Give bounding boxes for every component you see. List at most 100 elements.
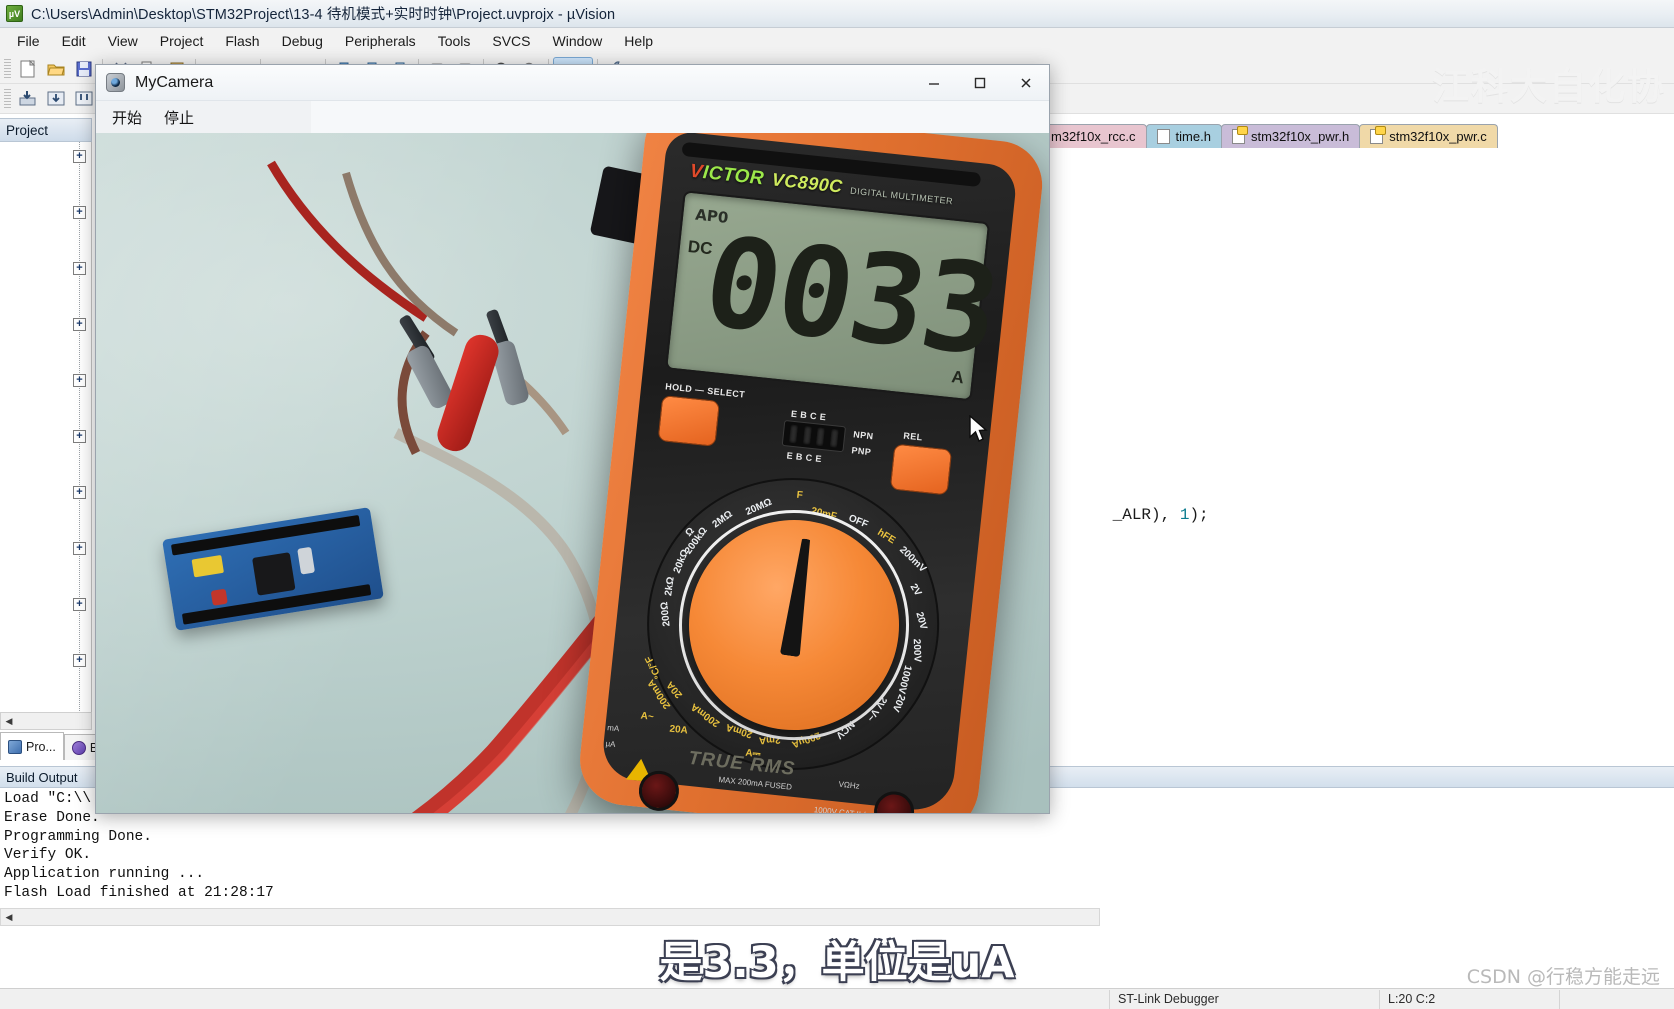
code-fragment-prefix: _ALR), — [1112, 506, 1180, 524]
scroll-left-arrow[interactable]: ◀ — [1, 713, 17, 729]
input-jack-vohm — [872, 789, 917, 813]
project-tree-expanders: + + + + + + + + + + — [68, 142, 92, 712]
tree-expander[interactable]: + — [73, 654, 86, 667]
socket-label-bottom: E B C E — [786, 450, 823, 465]
tree-expander[interactable]: + — [73, 486, 86, 499]
multimeter-subtitle: DIGITAL MULTIMETER — [849, 185, 954, 207]
uvision-icon: µV — [6, 5, 23, 22]
watermark-csdn: CSDN @行稳方能走远 — [1466, 966, 1660, 988]
build-output-line: Verify OK. — [4, 847, 92, 864]
dial-label-2v: 2V — [907, 581, 924, 599]
menu-item-tools[interactable]: Tools — [427, 30, 482, 52]
menu-item-flash[interactable]: Flash — [214, 30, 270, 52]
build-output-line: Programming Done. — [4, 828, 152, 845]
rel-label: REL — [902, 430, 924, 443]
board-reset-button — [210, 588, 228, 606]
code-fragment-line: _ALR), 1); — [1055, 488, 1209, 542]
dial-label-20a-ac: 20A — [668, 723, 689, 737]
project-panel-header: Project — [0, 118, 92, 142]
brand-rest: ICTOR — [701, 162, 766, 190]
toolbar-grip[interactable] — [4, 88, 11, 109]
menu-item-peripherals[interactable]: Peripherals — [334, 30, 427, 52]
rel-button — [889, 443, 953, 496]
multimeter-rotary-dial: Ω 2MΩ 20MΩ F 20mF OFF hFE 200mV 2V 20V 2… — [632, 463, 954, 785]
h-file-icon — [1156, 129, 1170, 144]
socket-hole — [802, 426, 812, 445]
menu-bar: File Edit View Project Flash Debug Perip… — [0, 28, 1674, 54]
editor-tab-pwr-c[interactable]: stm32f10x_pwr.c — [1359, 124, 1498, 148]
camera-video-feed: VICTOR VC890C DIGITAL MULTIMETER AP0 DC … — [96, 133, 1049, 813]
project-horizontal-scrollbar[interactable]: ◀ — [0, 712, 92, 730]
books-icon — [71, 740, 86, 755]
build-output-scrollbar[interactable]: ◀ — [0, 908, 1100, 926]
tree-expander[interactable]: + — [73, 374, 86, 387]
editor-tab-label: stm32f10x_pwr.h — [1250, 129, 1350, 144]
board-yellow-component — [191, 554, 224, 578]
open-folder-icon[interactable] — [43, 57, 69, 81]
close-button[interactable] — [1003, 65, 1049, 101]
tree-expander[interactable]: + — [73, 318, 86, 331]
lcd-unit: A — [950, 367, 965, 388]
menu-item-svcs[interactable]: SVCS — [481, 30, 541, 52]
build-output-line: Flash Load finished at 21:28:17 — [4, 884, 274, 901]
menu-item-view[interactable]: View — [97, 30, 149, 52]
scroll-left-arrow[interactable]: ◀ — [1, 909, 17, 925]
menu-item-edit[interactable]: Edit — [51, 30, 97, 52]
tree-expander[interactable]: + — [73, 430, 86, 443]
menu-item-file[interactable]: File — [6, 30, 51, 52]
tree-expander[interactable]: + — [73, 598, 86, 611]
editor-tab-pwr-h[interactable]: stm32f10x_pwr.h — [1220, 124, 1361, 148]
minimize-button[interactable] — [911, 65, 957, 101]
editor-tab-time-h[interactable]: time.h — [1145, 124, 1222, 148]
code-editor[interactable]: _ALR), 1); — [1040, 148, 1674, 766]
download-target-icon[interactable] — [15, 87, 41, 111]
dial-label-20v-ac: 20V — [889, 692, 907, 714]
multimeter-lcd: AP0 DC 0033 A — [665, 190, 1008, 402]
title-bar: µV C:\Users\Admin\Desktop\STM32Project\1… — [0, 0, 1674, 28]
maximize-button[interactable] — [957, 65, 1003, 101]
new-file-icon[interactable] — [15, 57, 41, 81]
load-flash-icon[interactable] — [43, 87, 69, 111]
stop-capture-button[interactable]: 停止 — [164, 107, 194, 128]
uvision-application-window: µV C:\Users\Admin\Desktop\STM32Project\1… — [0, 0, 1674, 1009]
tree-guide-line — [79, 142, 80, 712]
erase-flash-icon[interactable] — [71, 87, 97, 111]
camera-icon — [106, 73, 125, 92]
start-capture-button[interactable]: 开始 — [112, 107, 142, 128]
npn-label: NPN — [852, 429, 874, 442]
h-file-readonly-icon — [1231, 126, 1248, 144]
mycamera-window: MyCamera 开始 停止 VICTOR VC890C DIGITAL MUL… — [95, 64, 1050, 814]
c-file-readonly-icon — [1370, 126, 1387, 144]
toolbar-grip[interactable] — [4, 58, 11, 79]
board-capacitor — [297, 546, 316, 575]
tree-expander[interactable]: + — [73, 150, 86, 163]
tree-expander[interactable]: + — [73, 262, 86, 275]
mouse-cursor — [969, 415, 988, 442]
menu-item-window[interactable]: Window — [542, 30, 614, 52]
project-tab-project[interactable]: Pro... — [0, 732, 64, 760]
editor-tab-rcc-c[interactable]: m32f10x_rcc.c — [1040, 124, 1147, 148]
project-tab-label: Pro... — [26, 739, 56, 754]
socket-hole — [816, 427, 826, 447]
menu-item-debug[interactable]: Debug — [271, 30, 334, 52]
window-title: C:\Users\Admin\Desktop\STM32Project\13-4… — [31, 7, 616, 23]
dial-pointer — [780, 537, 816, 657]
menu-item-help[interactable]: Help — [613, 30, 664, 52]
tree-expander[interactable]: + — [73, 542, 86, 555]
dial-label-2k: 2kΩ — [663, 576, 677, 597]
status-debugger: ST-Link Debugger — [1110, 989, 1380, 1009]
dial-label-f: F — [796, 489, 804, 502]
video-subtitle: 是3.3，单位是uA — [659, 938, 1015, 988]
socket-hole — [829, 428, 839, 448]
tree-expander[interactable]: + — [73, 206, 86, 219]
save-icon[interactable] — [71, 57, 97, 81]
editor-tab-label: m32f10x_rcc.c — [1051, 129, 1136, 144]
board-mcu-chip — [252, 552, 296, 596]
mycamera-menu-bar: 开始 停止 — [96, 101, 311, 133]
jack-label-vohm: VΩHz — [838, 779, 861, 791]
build-output-line: Application running ... — [4, 866, 205, 883]
code-fragment-suffix: ); — [1189, 506, 1209, 524]
menu-item-project[interactable]: Project — [149, 30, 215, 52]
status-cursor-position: L:20 C:2 — [1380, 989, 1560, 1009]
mycamera-title-bar: MyCamera — [96, 65, 1049, 101]
